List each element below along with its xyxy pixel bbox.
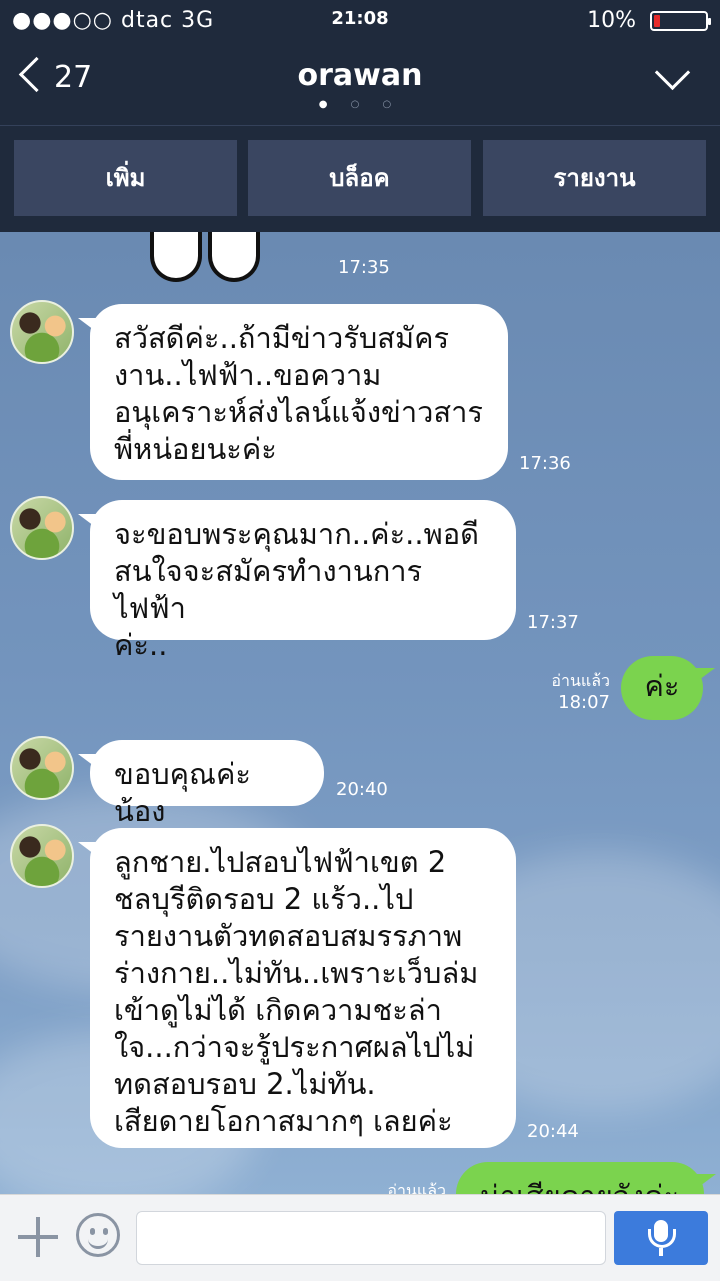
message-time: 20:44	[527, 1121, 579, 1142]
message-time: 17:36	[519, 453, 571, 474]
message-text: สวัสดีค่ะ..ถ้ามีข่าวรับสมัคร งาน..ไฟฟ้า.…	[114, 321, 483, 466]
emoji-icon[interactable]	[76, 1213, 120, 1257]
avatar[interactable]	[10, 496, 74, 560]
input-bar	[0, 1194, 720, 1281]
message-bubble[interactable]: ลูกชาย.ไปสอบไฟฟ้าเขต 2 ชลบุรีติดรอบ 2 แร…	[78, 828, 516, 1148]
block-button[interactable]: บล็อค	[248, 140, 471, 216]
avatar[interactable]	[10, 300, 74, 364]
read-receipt: อ่านแล้ว 18:07	[540, 670, 610, 714]
message-input[interactable]	[136, 1211, 606, 1265]
chat-area[interactable]: 17:35 สวัสดีค่ะ..ถ้ามีข่าวรับสมัคร งาน..…	[0, 232, 720, 1194]
message-bubble[interactable]: ขอบคุณค่ะน้อง	[78, 740, 324, 828]
action-bar: เพิ่ม บล็อค รายงาน	[0, 125, 720, 232]
microphone-button[interactable]	[614, 1211, 708, 1265]
message-time: 17:35	[338, 257, 390, 278]
plus-icon[interactable]	[18, 1217, 58, 1257]
read-receipt: อ่านแล้ว	[380, 1180, 446, 1194]
message-text: จะขอบพระคุณมาก..ค่ะ..พอดี สนใจจะสมัครทำง…	[114, 517, 479, 662]
top-bar: ●●●○○ dtac 3G 21:08 10% 27 orawan ● ○ ○	[0, 0, 720, 125]
message-time: 18:07	[558, 692, 610, 713]
message-time: 20:40	[336, 779, 388, 800]
message-time: 17:37	[527, 612, 579, 633]
status-bar: ●●●○○ dtac 3G 21:08 10%	[0, 0, 720, 40]
report-button[interactable]: รายงาน	[483, 140, 706, 216]
battery-percent: 10%	[587, 8, 636, 33]
collapse-menu-button[interactable]	[652, 54, 692, 91]
message-bubble[interactable]: สวัสดีค่ะ..ถ้ามีข่าวรับสมัคร งาน..ไฟฟ้า.…	[78, 304, 508, 480]
avatar[interactable]	[10, 824, 74, 888]
message-bubble[interactable]: จะขอบพระคุณมาก..ค่ะ..พอดี สนใจจะสมัครทำง…	[78, 500, 516, 662]
message-bubble[interactable]: น่าเสียดายจังค่ะ	[456, 1162, 716, 1194]
read-label: อ่านแล้ว	[551, 671, 610, 690]
battery-icon	[650, 11, 711, 31]
add-friend-button[interactable]: เพิ่ม	[14, 140, 237, 216]
message-bubble[interactable]: ค่ะ	[621, 656, 715, 720]
message-text: น่าเสียดายจังค่ะ	[480, 1179, 679, 1194]
avatar[interactable]	[10, 736, 74, 800]
sticker-message[interactable]	[150, 232, 262, 282]
message-text: ลูกชาย.ไปสอบไฟฟ้าเขต 2 ชลบุรีติดรอบ 2 แร…	[114, 845, 479, 1138]
chat-title: orawan	[297, 58, 423, 93]
page-indicator: ● ○ ○	[318, 99, 402, 110]
read-label: อ่านแล้ว	[387, 1181, 446, 1194]
message-text: ค่ะ	[644, 669, 680, 703]
